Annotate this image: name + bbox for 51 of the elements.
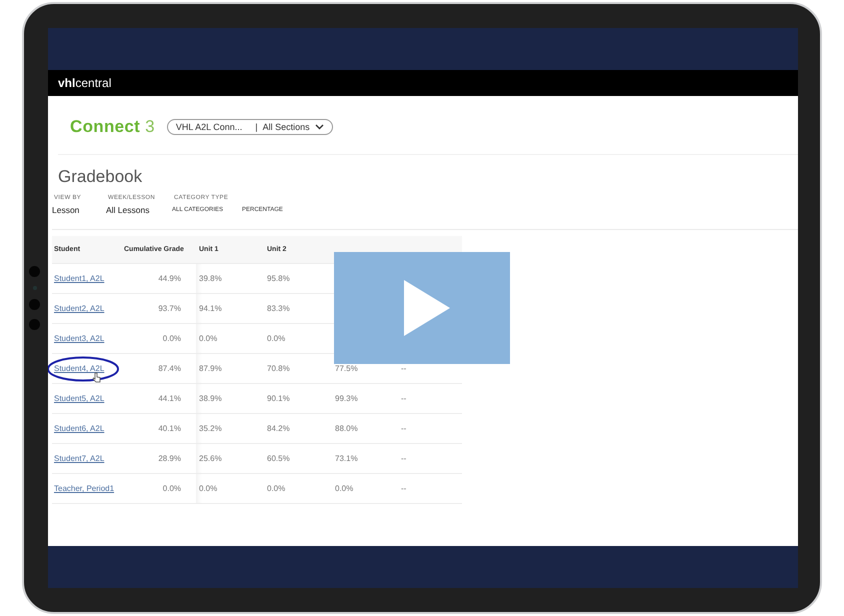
grade-cell-text: 25.6%	[199, 454, 223, 463]
grade-cell-text: 90.1%	[267, 394, 291, 403]
grade-cell-text: 28.9%	[157, 454, 182, 463]
hand-cursor-icon	[92, 372, 101, 383]
filter-value[interactable]: All Lessons	[106, 205, 172, 215]
grade-cell-text: 0.0%	[162, 334, 182, 343]
course-dropdown[interactable]: VHL A2L Conn... | All Sections	[166, 119, 333, 135]
grade-cell-text: 0.0%	[335, 484, 354, 493]
student-link[interactable]: Teacher, Period1	[54, 484, 114, 493]
grade-cell-text: 93.7%	[157, 304, 182, 313]
grade-cell-text: 94.1%	[199, 304, 223, 313]
grade-cell-text: --	[401, 364, 408, 373]
grade-cell-text: 0.0%	[267, 484, 286, 493]
play-button[interactable]	[334, 252, 510, 364]
grade-cell-text: 0.0%	[267, 334, 286, 343]
grade-cell-text: 38.9%	[199, 394, 223, 403]
grade-cell-text: 39.8%	[199, 274, 223, 283]
grade-cell-text: --	[401, 454, 408, 463]
grade-cell-text: 73.1%	[335, 454, 359, 463]
play-icon	[404, 280, 450, 336]
page-title: Gradebook	[58, 167, 144, 187]
grade-cell-text: 35.2%	[199, 424, 223, 433]
student-link[interactable]: Student7, A2L	[54, 454, 104, 463]
chevron-down-icon	[314, 124, 324, 130]
grade-cell-text: 87.4%	[157, 364, 182, 373]
student-link[interactable]: Student5, A2L	[54, 394, 104, 403]
student-link[interactable]: Student1, A2L	[54, 274, 104, 283]
grade-cell-text: 87.9%	[199, 364, 223, 373]
student-link[interactable]: Student2, A2L	[54, 304, 104, 313]
grade-cell-text: --	[401, 424, 408, 433]
grade-cell-text: 0.0%	[162, 484, 182, 493]
grade-cell-text: 99.3%	[335, 394, 359, 403]
grade-cell-text: 84.2%	[267, 424, 291, 433]
grade-cell-text: 44.9%	[157, 274, 182, 283]
grade-cell-text: 60.5%	[267, 454, 291, 463]
grade-cell-text: 70.8%	[267, 364, 291, 373]
student-link[interactable]: Student3, A2L	[54, 334, 104, 343]
grade-cell-text: 95.8%	[267, 274, 291, 283]
grade-cell-text: 0.0%	[199, 334, 218, 343]
grade-cell-text: 88.0%	[335, 424, 359, 433]
student-link[interactable]: Student6, A2L	[54, 424, 104, 433]
grade-cell-text: --	[401, 394, 408, 403]
grade-cell-text: 0.0%	[199, 484, 218, 493]
grade-cell-text: 40.1%	[157, 424, 182, 433]
product-logo: Connect 3	[70, 117, 155, 137]
brand-logo[interactable]: vhlcentral	[58, 76, 112, 90]
grade-cell-text: 83.3%	[267, 304, 291, 313]
grade-cell-text: --	[401, 484, 408, 493]
filter-value[interactable]: Lesson	[52, 205, 106, 215]
grade-cell-text: 77.5%	[335, 364, 359, 373]
grade-cell-text: 44.1%	[157, 394, 182, 403]
